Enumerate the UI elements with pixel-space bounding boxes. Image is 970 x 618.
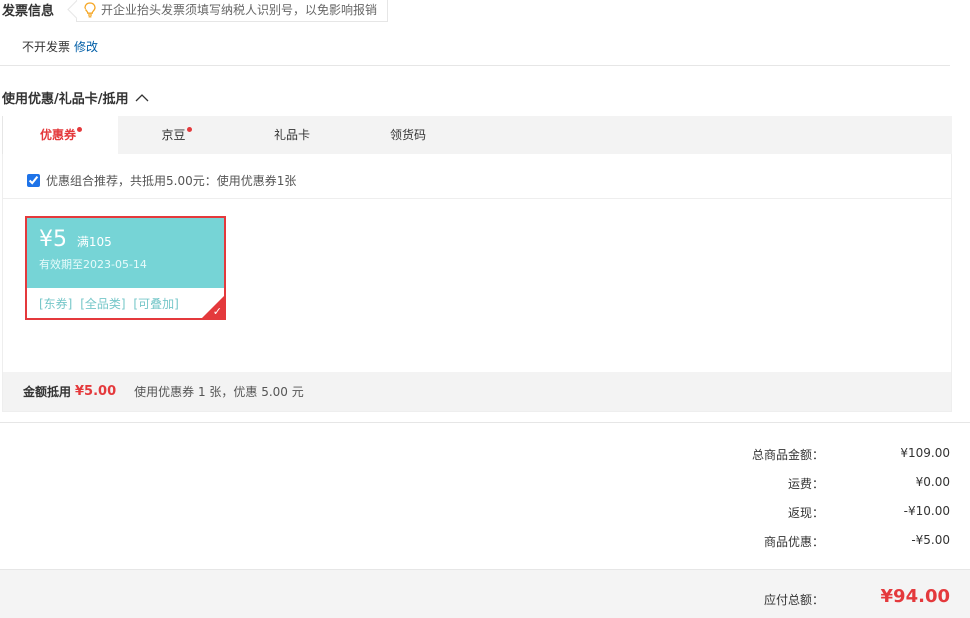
total-label: 返现：: [787, 506, 824, 520]
coupon-card[interactable]: ¥5 满105 有效期至2023-05-14 [东券] [全品类] [可叠加] …: [25, 216, 226, 320]
tab-coupons[interactable]: 优惠券: [2, 116, 118, 154]
divider: [0, 422, 970, 423]
total-value: -¥5.00: [911, 533, 950, 547]
coupon-section-title: 使用优惠/礼品卡/抵用: [2, 92, 129, 107]
coupon-amount: ¥5: [39, 227, 67, 252]
coupon-card-top: ¥5 满105 有效期至2023-05-14: [27, 218, 224, 288]
tab-label: 领货码: [389, 128, 426, 142]
total-value: ¥0.00: [915, 475, 950, 489]
recommend-text: 优惠组合推荐，共抵用5.00元：使用优惠券1张: [46, 174, 297, 188]
total-value: ¥109.00: [900, 446, 950, 460]
tab-gift-card[interactable]: 礼品卡: [234, 116, 350, 154]
notification-dot: [186, 127, 192, 132]
coupon-condition: 满105: [76, 235, 112, 249]
summary-value: ¥5.00: [75, 384, 117, 399]
total-value: -¥10.00: [903, 504, 950, 518]
total-row: 返现： -¥10.00: [730, 504, 950, 524]
tab-label: 礼品卡: [273, 128, 310, 142]
total-label: 运费：: [787, 477, 824, 491]
chevron-up-icon[interactable]: [135, 93, 149, 103]
coupon-section-header[interactable]: 使用优惠/礼品卡/抵用: [2, 88, 149, 107]
coupon-expiry: 有效期至2023-05-14: [39, 258, 147, 271]
payable-label: 应付总额：: [763, 593, 824, 607]
divider: [0, 65, 950, 66]
total-row: 总商品金额： ¥109.00: [730, 446, 950, 466]
notification-dot: [77, 127, 82, 132]
payable-value: ¥94.00: [880, 586, 950, 607]
tab-label: 京豆: [161, 128, 186, 142]
summary-label: 金额抵用: [23, 385, 72, 399]
invoice-edit-link[interactable]: 修改: [74, 40, 98, 54]
coupon-summary-bar: 金额抵用 ¥5.00 使用优惠券 1 张，优惠 5.00 元: [3, 372, 951, 411]
coupon-tag: [东券]: [39, 297, 73, 311]
tab-label: 优惠券: [39, 128, 76, 142]
total-row: 运费： ¥0.00: [730, 475, 950, 495]
coupon-panel: 优惠组合推荐，共抵用5.00元：使用优惠券1张 ¥5 满105 有效期至2023…: [2, 154, 952, 412]
recommend-combo[interactable]: 优惠组合推荐，共抵用5.00元：使用优惠券1张: [27, 172, 296, 189]
summary-detail: 使用优惠券 1 张，优惠 5.00 元: [134, 385, 304, 399]
total-label: 总商品金额：: [751, 448, 824, 462]
invoice-tip-text: 开企业抬头发票须填写纳税人识别号，以免影响报销: [101, 3, 378, 17]
tab-redeem-code[interactable]: 领货码: [350, 116, 466, 154]
coupon-tabs: 优惠券 京豆 礼品卡 领货码: [2, 116, 952, 154]
lightbulb-icon: [84, 1, 96, 17]
coupon-tag: [全品类]: [80, 297, 126, 311]
coupon-tag: [可叠加]: [133, 297, 179, 311]
divider: [3, 198, 951, 199]
total-label: 商品优惠：: [763, 535, 824, 549]
total-row: 商品优惠： -¥5.00: [730, 533, 950, 553]
payable-bar: 应付总额： ¥94.00: [0, 569, 970, 618]
tab-jingdou[interactable]: 京豆: [118, 116, 234, 154]
invoice-section-title: 发票信息: [2, 4, 55, 19]
coupon-tags: [东券] [全品类] [可叠加]: [27, 288, 224, 318]
invoice-tip: 开企业抬头发票须填写纳税人识别号，以免影响报销: [76, 0, 389, 22]
invoice-status: 不开发票: [22, 40, 71, 54]
invoice-status-line: 不开发票 修改: [22, 38, 98, 55]
checkmark-icon: ✓: [212, 305, 222, 318]
recommend-checkbox[interactable]: [27, 174, 40, 187]
